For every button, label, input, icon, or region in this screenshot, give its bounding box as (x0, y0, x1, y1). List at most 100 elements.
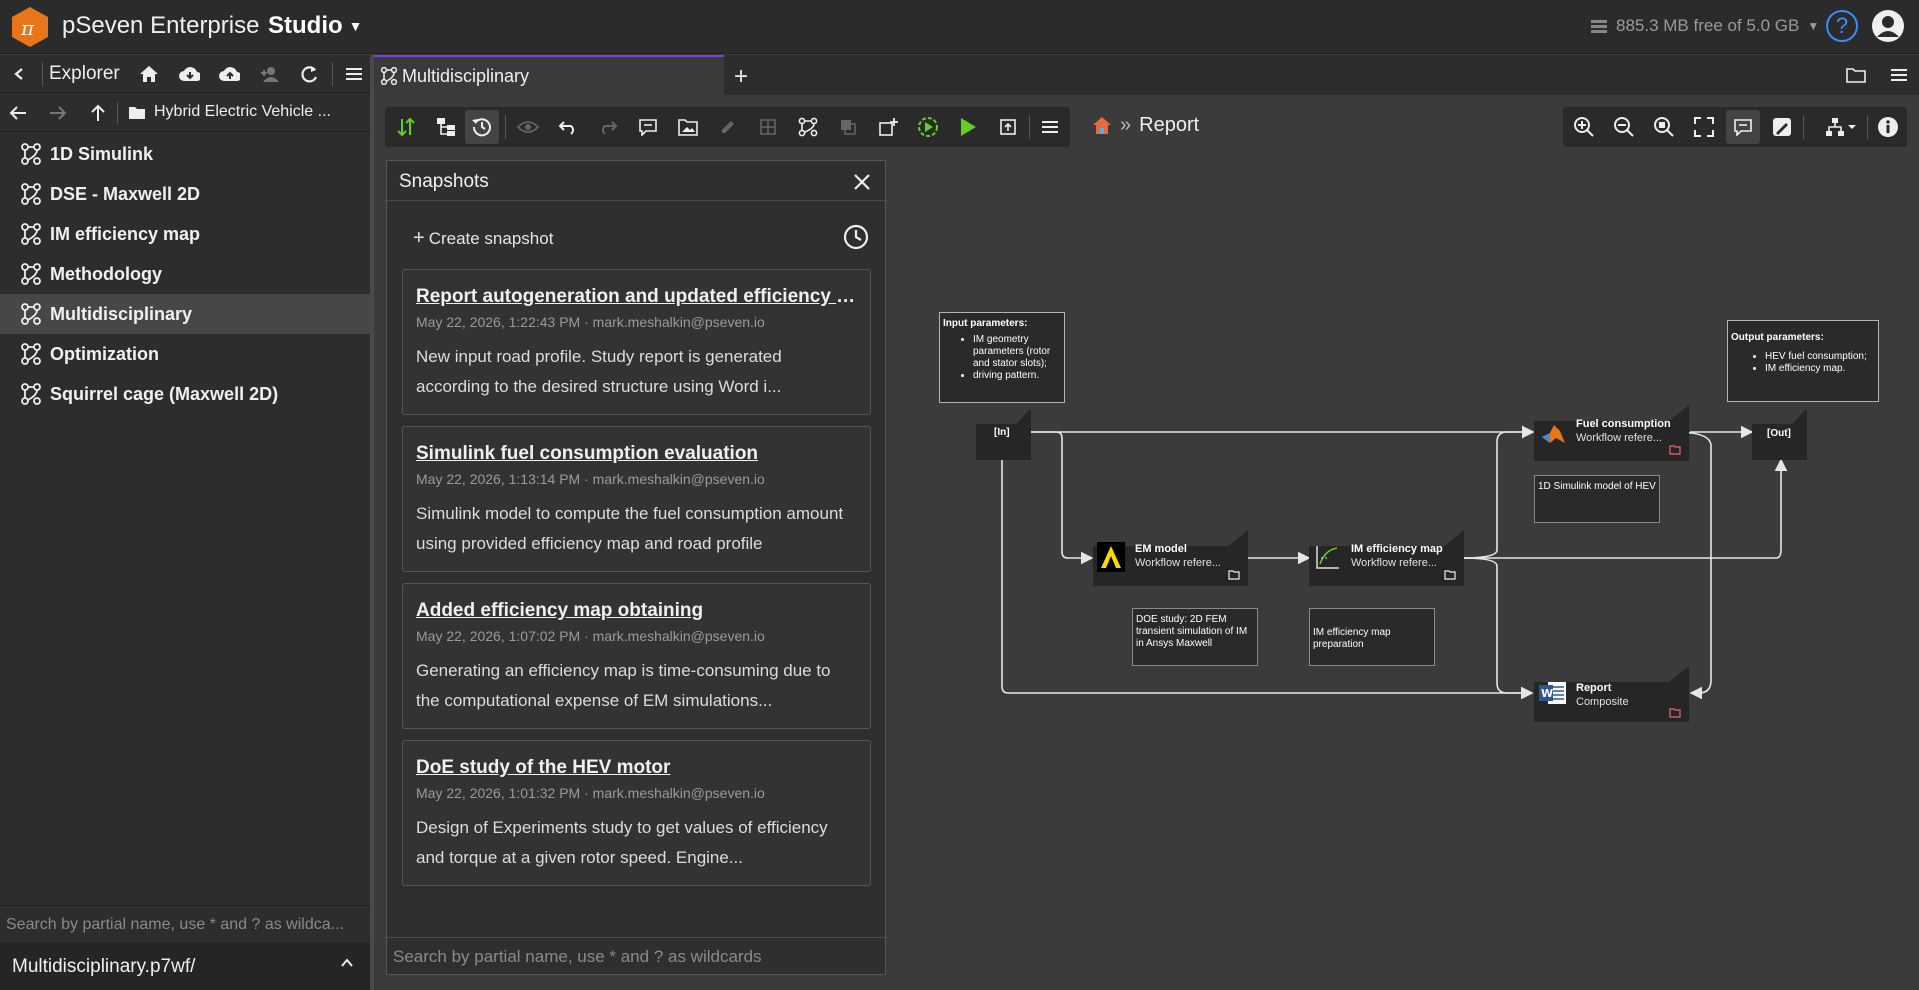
tree-item-1d-simulink[interactable]: 1D Simulink (0, 134, 370, 174)
home-icon[interactable] (1092, 116, 1112, 136)
tree-item-multidisciplinary[interactable]: Multidisciplinary (0, 294, 370, 334)
footer-path: Multidisciplinary.p7wf/ (12, 955, 196, 977)
database-icon (1590, 18, 1608, 34)
user-avatar-icon[interactable] (1871, 9, 1905, 43)
brand-title: pSeven Enterprise (62, 12, 260, 39)
workflow-icon (20, 183, 42, 205)
export-icon[interactable] (995, 114, 1021, 140)
out-port-block[interactable]: [Out] (1752, 408, 1808, 460)
report-block[interactable]: W Report Composite (1534, 666, 1690, 722)
snapshot-card[interactable]: DoE study of the HEV motor May 22, 2026,… (402, 740, 871, 886)
explorer-search-input[interactable]: Search by partial name, use * and ? as w… (0, 905, 370, 943)
tab-multidisciplinary[interactable]: Multidisciplinary (374, 55, 724, 95)
snapshot-card[interactable]: Report autogeneration and updated effici… (402, 269, 871, 415)
menu-icon[interactable] (1037, 114, 1063, 140)
close-icon[interactable] (849, 169, 875, 195)
studio-menu[interactable]: Studio ▼ (268, 12, 363, 40)
workflow-icon[interactable] (795, 114, 821, 140)
explorer-footer[interactable]: Multidisciplinary.p7wf/ (0, 943, 370, 990)
panel-splitter[interactable] (370, 55, 374, 990)
forward-arrow-icon (47, 102, 69, 124)
tab-bar: Multidisciplinary + (374, 55, 1919, 95)
block-subtitle: Workflow refere... (1576, 432, 1662, 444)
workflow-canvas[interactable]: Input parameters: IM geometry parameters… (886, 150, 1919, 990)
home-icon[interactable] (138, 63, 160, 85)
plus-icon: + (413, 227, 425, 249)
refresh-icon[interactable] (298, 63, 320, 85)
menu-icon[interactable] (1891, 68, 1907, 82)
snapshot-desc-line: according to the desired structure using… (416, 377, 782, 396)
sort-arrows-icon[interactable] (393, 114, 419, 140)
in-port-block[interactable]: [In] (976, 408, 1032, 460)
info-icon[interactable] (1875, 114, 1901, 140)
em-model-block[interactable]: EM model Workflow refere... (1093, 530, 1249, 586)
note-title: Input parameters: (943, 318, 1028, 329)
note-bullet: IM geometry parameters (rotor and stator… (973, 334, 1061, 370)
zoom-out-icon[interactable] (1611, 114, 1637, 140)
eye-icon (515, 114, 541, 140)
output-parameters-note[interactable]: Output parameters: HEV fuel consumption;… (1727, 320, 1879, 402)
add-tab-icon[interactable]: + (734, 63, 748, 91)
workflow-icon (20, 263, 42, 285)
clock-icon[interactable] (842, 223, 870, 251)
snapshot-title[interactable]: Report autogeneration and updated effici… (416, 286, 857, 308)
cloud-download-icon[interactable] (178, 63, 200, 85)
snapshot-desc-line: Design of Experiments study to get value… (416, 818, 828, 837)
redo-icon (595, 114, 621, 140)
tree-item-dse-maxwell[interactable]: DSE - Maxwell 2D (0, 174, 370, 214)
snapshot-desc-line: the computational expense of EM simulati… (416, 691, 773, 710)
snapshot-card[interactable]: Simulink fuel consumption evaluation May… (402, 426, 871, 572)
fullscreen-icon[interactable] (1691, 114, 1717, 140)
chevron-up-icon[interactable] (340, 957, 354, 969)
matlab-icon (1540, 421, 1566, 447)
snapshots-search-input[interactable]: Search by partial name, use * and ? as w… (387, 937, 885, 974)
folder-icon[interactable] (1846, 67, 1866, 83)
run-icon[interactable] (955, 114, 981, 140)
image-folder-icon[interactable] (675, 114, 701, 140)
snapshot-title[interactable]: DoE study of the HEV motor (416, 757, 857, 779)
tree-item-methodology[interactable]: Methodology (0, 254, 370, 294)
path-breadcrumb[interactable]: Hybrid Electric Vehicle ... (128, 103, 331, 121)
folder-icon (128, 105, 146, 120)
zoom-fit-icon[interactable] (1651, 114, 1677, 140)
tree-item-optimization[interactable]: Optimization (0, 334, 370, 374)
tree-item-im-efficiency-map[interactable]: IM efficiency map (0, 214, 370, 254)
block-subtitle: Workflow refere... (1351, 557, 1437, 569)
collapse-left-icon[interactable] (8, 63, 30, 85)
im-map-note[interactable]: IM efficiency map preparation (1309, 608, 1435, 666)
create-snapshot-button[interactable]: + Create snapshot (413, 227, 553, 250)
fuel-consumption-block[interactable]: Fuel consumption Workflow refere... (1534, 405, 1690, 461)
run-settings-icon[interactable] (915, 114, 941, 140)
hierarchy-icon[interactable] (433, 114, 459, 140)
input-parameters-note[interactable]: Input parameters: IM geometry parameters… (939, 312, 1065, 403)
comment-icon[interactable] (635, 114, 661, 140)
menu-icon[interactable] (343, 63, 365, 85)
snapshot-card[interactable]: Added efficiency map obtaining May 22, 2… (402, 583, 871, 729)
explorer-panel: Explorer Hybrid Electric Vehicle ... 1D … (0, 55, 370, 990)
top-bar: π pSeven Enterprise Studio ▼ 885.3 MB fre… (0, 0, 1919, 54)
image-edit-icon[interactable] (1769, 114, 1795, 140)
snapshot-history-icon[interactable] (465, 110, 499, 144)
simulink-note[interactable]: 1D Simulink model of HEV (1534, 475, 1660, 523)
add-block-icon[interactable] (875, 114, 901, 140)
undo-icon[interactable] (555, 114, 581, 140)
tree-item-label: DSE - Maxwell 2D (50, 183, 201, 204)
tree-item-label: Multidisciplinary (50, 303, 193, 324)
storage-indicator[interactable]: 885.3 MB free of 5.0 GB ▼ (1590, 16, 1819, 36)
zoom-in-icon[interactable] (1571, 114, 1597, 140)
back-arrow-icon[interactable] (7, 102, 29, 124)
snapshot-desc-line: using provided efficiency map and road p… (416, 534, 763, 553)
layout-menu-icon[interactable] (1821, 114, 1861, 140)
up-arrow-icon[interactable] (87, 102, 109, 124)
help-button[interactable]: ? (1826, 10, 1858, 42)
im-efficiency-map-block[interactable]: IM efficiency map Workflow refere... (1309, 530, 1465, 586)
snapshot-title[interactable]: Simulink fuel consumption evaluation (416, 443, 857, 465)
view-toolbar (1563, 107, 1907, 147)
cloud-upload-icon[interactable] (218, 63, 240, 85)
tree-item-squirrel-cage[interactable]: Squirrel cage (Maxwell 2D) (0, 374, 370, 414)
comments-toggle-icon[interactable] (1726, 110, 1760, 144)
workflow-icon (20, 303, 42, 325)
doe-note[interactable]: DOE study: 2D FEM transient simulation o… (1132, 608, 1258, 666)
snapshot-title[interactable]: Added efficiency map obtaining (416, 600, 857, 622)
pseven-logo[interactable]: π (8, 5, 52, 49)
